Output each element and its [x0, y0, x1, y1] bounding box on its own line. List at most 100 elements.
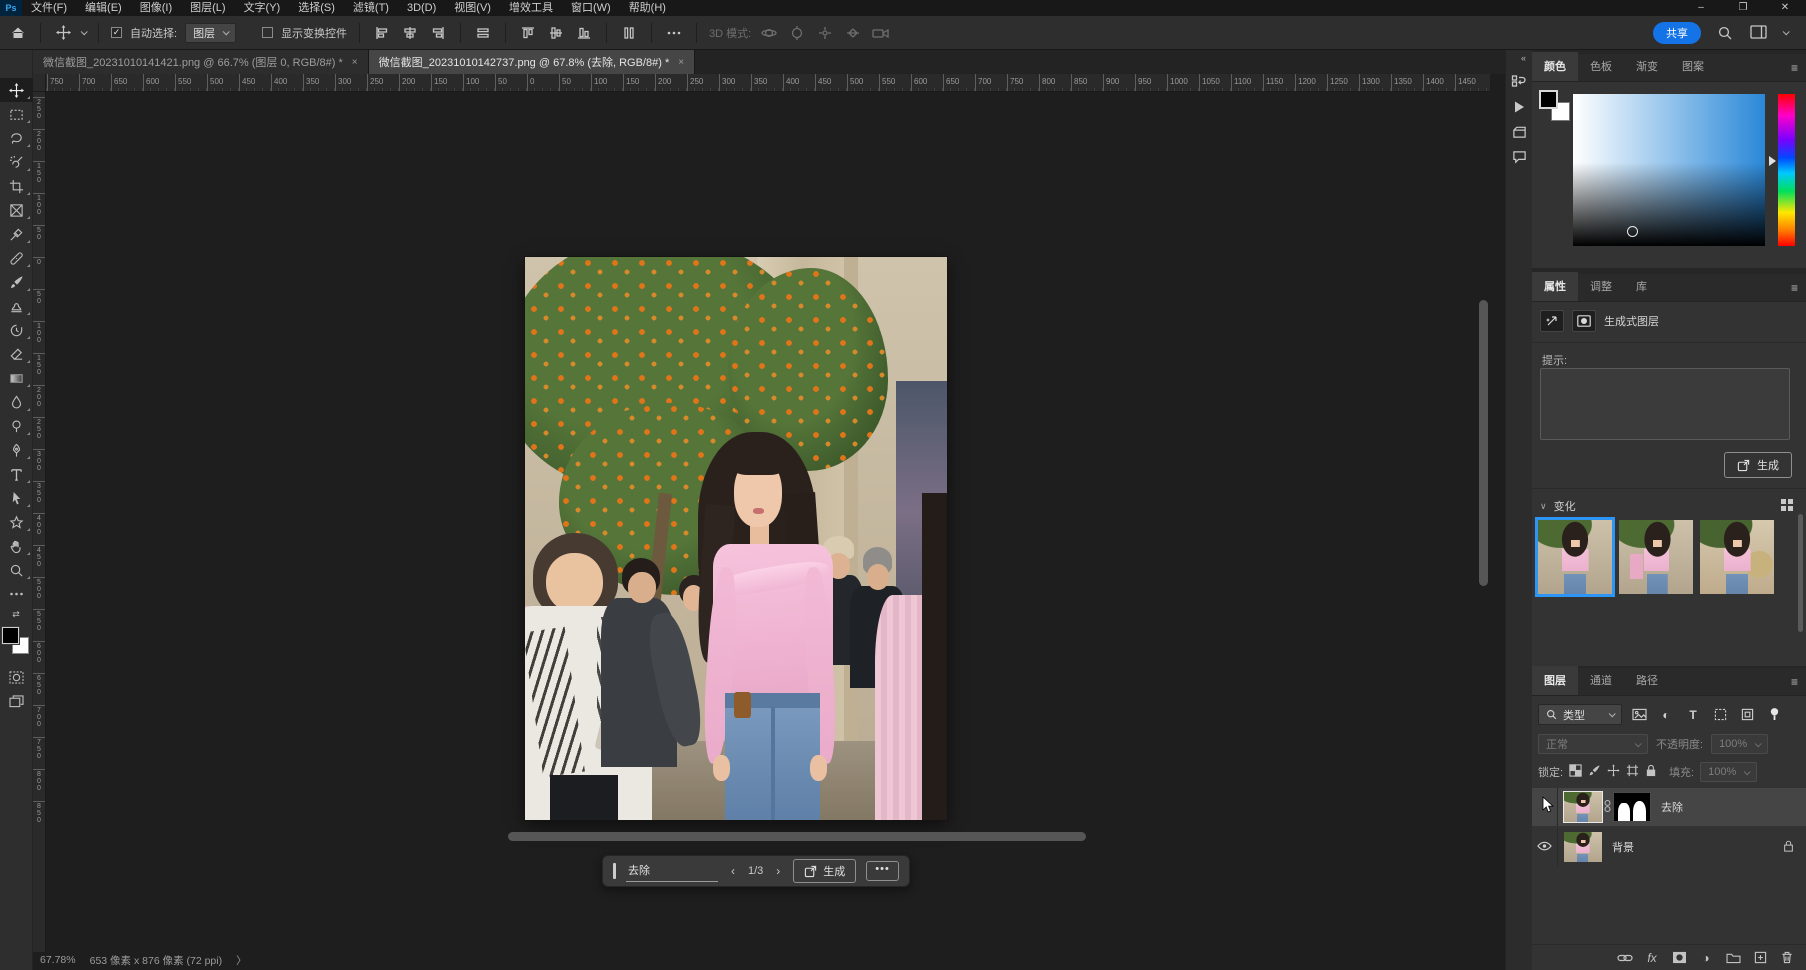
- menu-item[interactable]: 3D(D): [398, 0, 445, 16]
- move-tool-icon[interactable]: [53, 23, 73, 43]
- eye-icon[interactable]: [1537, 841, 1552, 854]
- restore-button[interactable]: ❐: [1722, 0, 1764, 16]
- vertical-scrollbar[interactable]: [1479, 300, 1488, 586]
- variation-thumbnail-1[interactable]: [1538, 520, 1612, 594]
- link-layers-icon[interactable]: [1614, 948, 1636, 968]
- menu-item[interactable]: 视图(V): [445, 0, 500, 16]
- panel-menu-icon[interactable]: ≡: [1783, 55, 1806, 81]
- frame-tool[interactable]: [0, 198, 33, 222]
- lock-artboard-icon[interactable]: [1626, 764, 1639, 780]
- layer-effects-icon[interactable]: fx: [1641, 948, 1663, 968]
- layer-name[interactable]: 背景: [1612, 839, 1634, 855]
- lasso-tool[interactable]: [0, 126, 33, 150]
- show-transform-checkbox[interactable]: [262, 27, 273, 38]
- generate-button[interactable]: 生成: [1724, 452, 1792, 478]
- 3d-slide-icon[interactable]: [843, 23, 863, 43]
- align-right-icon[interactable]: [428, 23, 448, 43]
- share-button[interactable]: 共享: [1653, 22, 1701, 44]
- color-field-marker[interactable]: [1627, 226, 1638, 237]
- dodge-tool[interactable]: [0, 414, 33, 438]
- add-mask-icon[interactable]: [1668, 948, 1690, 968]
- menu-item[interactable]: 文件(F): [22, 0, 76, 16]
- layer-mask-thumbnail[interactable]: [1613, 792, 1651, 822]
- blend-mode-dropdown[interactable]: 正常: [1538, 734, 1648, 754]
- color-panel-swatches[interactable]: [1539, 90, 1571, 126]
- marquee-tool[interactable]: [0, 102, 33, 126]
- new-group-icon[interactable]: [1722, 948, 1744, 968]
- layer-filter-dropdown[interactable]: 类型: [1538, 704, 1622, 725]
- screen-mode-icon[interactable]: [0, 689, 33, 713]
- variation-thumbnail-3[interactable]: [1700, 520, 1774, 594]
- menu-item[interactable]: 选择(S): [289, 0, 344, 16]
- grid-view-icon[interactable]: [1780, 498, 1794, 515]
- shape-tool[interactable]: [0, 510, 33, 534]
- horizontal-scrollbar[interactable]: [508, 832, 1086, 841]
- distribute-h-icon[interactable]: [473, 23, 493, 43]
- path-selection-tool[interactable]: [0, 486, 33, 510]
- align-center-v-icon[interactable]: [546, 23, 566, 43]
- menu-item[interactable]: 文字(Y): [235, 0, 290, 16]
- layer-thumbnail[interactable]: [1564, 832, 1602, 862]
- taskbar-grip[interactable]: [613, 863, 616, 879]
- minimize-button[interactable]: –: [1680, 0, 1722, 16]
- align-left-icon[interactable]: [372, 23, 392, 43]
- auto-select-checkbox[interactable]: ✓: [111, 27, 122, 38]
- color-swatches[interactable]: [1, 625, 31, 659]
- more-options-icon[interactable]: [664, 23, 684, 43]
- clone-stamp-tool[interactable]: [0, 294, 33, 318]
- hand-tool[interactable]: [0, 534, 33, 558]
- auto-select-dropdown[interactable]: 图层: [185, 23, 236, 43]
- layer-name[interactable]: 去除: [1661, 799, 1683, 815]
- quick-mask-icon[interactable]: [0, 665, 33, 689]
- home-icon[interactable]: [8, 23, 28, 43]
- move-preset-chevron[interactable]: [81, 28, 88, 35]
- tab-color[interactable]: 颜色: [1532, 52, 1578, 81]
- tab-adjustments[interactable]: 调整: [1578, 272, 1624, 301]
- new-layer-icon[interactable]: [1749, 948, 1771, 968]
- 3d-camera-icon[interactable]: [871, 23, 891, 43]
- panel-menu-icon[interactable]: ≡: [1783, 669, 1806, 695]
- spot-healing-tool[interactable]: [0, 246, 33, 270]
- document-tab-1[interactable]: 微信截图_20231010141421.png @ 66.7% (图层 0, R…: [33, 50, 369, 74]
- document-image[interactable]: [525, 257, 947, 820]
- 3d-pan-icon[interactable]: [815, 23, 835, 43]
- filter-shape-icon[interactable]: [1710, 706, 1730, 724]
- blur-tool[interactable]: [0, 390, 33, 414]
- tab-paths[interactable]: 路径: [1624, 666, 1670, 695]
- tab-close-icon[interactable]: ×: [352, 57, 358, 68]
- zoom-tool[interactable]: [0, 558, 33, 582]
- eyedropper-tool[interactable]: [0, 222, 33, 246]
- layer-thumbnail[interactable]: [1564, 792, 1602, 822]
- next-variation-button[interactable]: ›: [773, 864, 783, 878]
- align-bottom-icon[interactable]: [574, 23, 594, 43]
- align-center-h-icon[interactable]: [400, 23, 420, 43]
- history-panel-icon[interactable]: [1506, 69, 1533, 94]
- mask-link-icon[interactable]: [1604, 799, 1611, 816]
- comments-panel-icon[interactable]: [1506, 144, 1533, 169]
- menu-item[interactable]: 图层(L): [181, 0, 234, 16]
- opacity-value[interactable]: 100%: [1711, 734, 1768, 754]
- pen-tool[interactable]: [0, 438, 33, 462]
- prompt-field[interactable]: 去除: [626, 860, 718, 882]
- lock-all-icon[interactable]: [1645, 764, 1657, 780]
- tab-swatches[interactable]: 色板: [1578, 52, 1624, 81]
- type-tool[interactable]: [0, 462, 33, 486]
- filter-type-icon[interactable]: T: [1683, 706, 1703, 724]
- tab-properties[interactable]: 属性: [1532, 272, 1578, 301]
- tab-channels[interactable]: 通道: [1578, 666, 1624, 695]
- workspace-icon[interactable]: [1749, 23, 1769, 43]
- 3d-orbit-icon[interactable]: [759, 23, 779, 43]
- properties-scrollbar[interactable]: [1798, 514, 1803, 632]
- status-chevron[interactable]: 〉: [236, 953, 247, 968]
- generate-button[interactable]: 生成: [793, 859, 856, 883]
- ruler-origin-box[interactable]: [33, 74, 46, 92]
- history-brush-tool[interactable]: [0, 318, 33, 342]
- tab-gradients[interactable]: 渐变: [1624, 52, 1670, 81]
- tab-patterns[interactable]: 图案: [1670, 52, 1716, 81]
- workspace-chevron[interactable]: [1783, 28, 1790, 35]
- document-tab-2[interactable]: 微信截图_20231010142737.png @ 67.8% (去除, RGB…: [369, 50, 695, 74]
- foreground-color-swatch[interactable]: [2, 627, 19, 644]
- layer-row-remove[interactable]: 去除: [1532, 788, 1806, 826]
- menu-item[interactable]: 图像(I): [131, 0, 181, 16]
- close-button[interactable]: ✕: [1764, 0, 1806, 16]
